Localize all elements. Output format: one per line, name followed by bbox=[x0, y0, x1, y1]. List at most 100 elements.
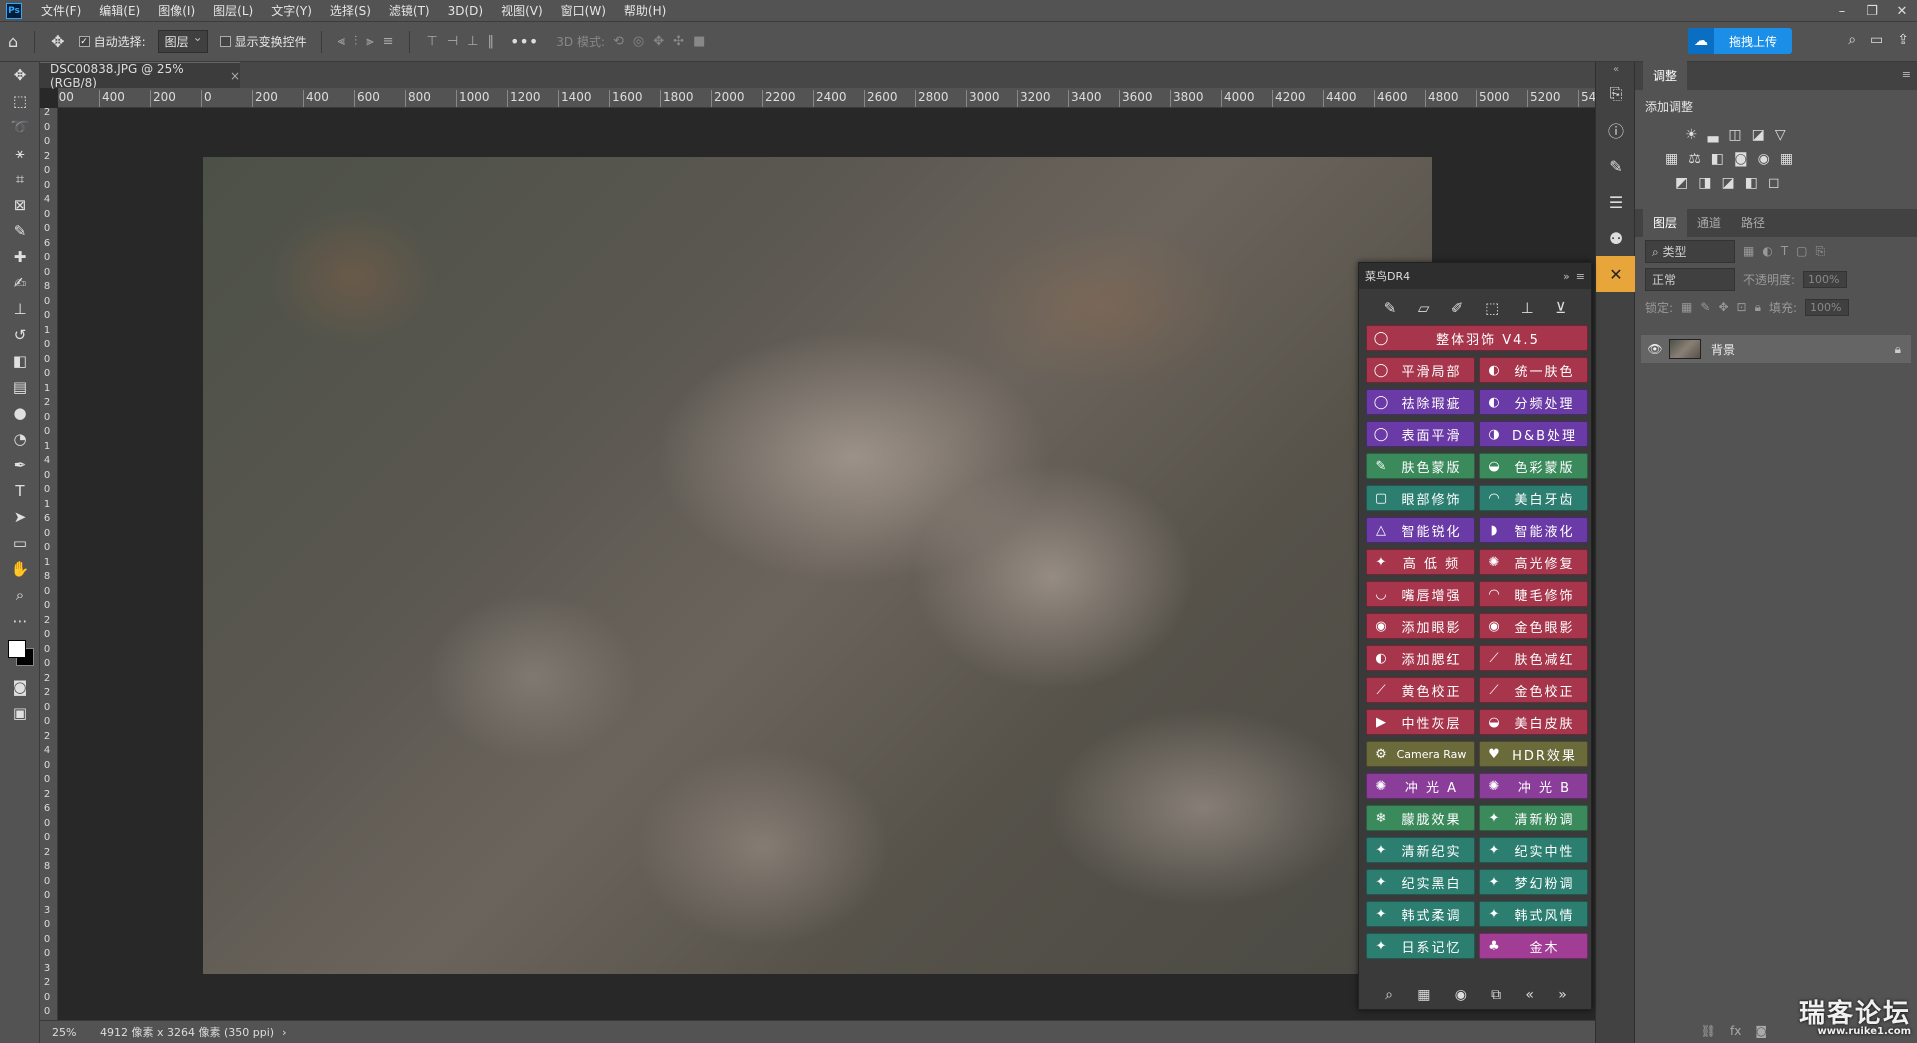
plugin-action-button[interactable]: ◒ 色彩蒙版 bbox=[1479, 453, 1588, 479]
zoom-level[interactable]: 25% bbox=[40, 1026, 90, 1039]
plugin-action-button[interactable]: ◡ 嘴唇增强 bbox=[1366, 581, 1475, 607]
fx-icon[interactable]: fx bbox=[1730, 1024, 1741, 1038]
plugin-action-button[interactable]: ♥ HDR效果 bbox=[1479, 741, 1588, 767]
blend-mode-select[interactable]: 正常 bbox=[1645, 267, 1735, 291]
plugin-action-button[interactable]: ◯ 祛除瑕疵 bbox=[1366, 389, 1475, 415]
lock-all-icon[interactable]: 🔒︎ bbox=[1755, 300, 1761, 315]
plugin-action-button[interactable]: ❄ 朦胧效果 bbox=[1366, 805, 1475, 831]
dodge-icon[interactable]: ◔ bbox=[0, 426, 40, 452]
mask-icon[interactable]: ◙ bbox=[1755, 1024, 1767, 1038]
eyedropper-icon[interactable]: ✎ bbox=[0, 218, 40, 244]
3d-mode-buttons[interactable]: ⟲ ◎ ✥ ✣ ■ bbox=[613, 34, 705, 49]
adjustment-icons-row-3[interactable]: ◩ ◨ ◪ ◧ ◻ bbox=[1635, 171, 1917, 195]
tab-layers-1[interactable]: 通道 bbox=[1687, 208, 1731, 237]
next-page-icon[interactable]: » bbox=[1558, 987, 1567, 1003]
more-tools-icon[interactable]: ⋯ bbox=[0, 608, 40, 634]
lasso-icon[interactable]: ➰ bbox=[0, 114, 40, 140]
healing-icon[interactable]: ✚ bbox=[0, 244, 40, 270]
plugin-action-button[interactable]: ✦ 日系记忆 bbox=[1366, 933, 1475, 959]
plugin-action-button[interactable]: ✎ 肤色蒙版 bbox=[1366, 453, 1475, 479]
plugin-action-button[interactable]: ⟋ 黄色校正 bbox=[1366, 677, 1475, 703]
plugin-action-button[interactable]: ◒ 美白皮肤 bbox=[1479, 709, 1588, 735]
plugin-action-button[interactable]: ✦ 韩式柔调 bbox=[1366, 901, 1475, 927]
more-options-icon[interactable]: ••• bbox=[510, 32, 538, 51]
plugin-action-button[interactable]: ✦ 清新纪实 bbox=[1366, 837, 1475, 863]
filter-adjust-icon[interactable]: ◐ bbox=[1762, 244, 1772, 258]
filter-smart-icon[interactable]: ⎘ bbox=[1816, 244, 1826, 259]
plugin-action-button[interactable]: △ 智能锐化 bbox=[1366, 517, 1475, 543]
plugin-action-button[interactable]: ⚙ Camera Raw bbox=[1366, 741, 1475, 767]
visibility-eye-icon[interactable]: 👁︎ bbox=[1641, 342, 1669, 356]
fill-input[interactable]: 100% bbox=[1805, 298, 1850, 316]
brush-icon[interactable]: ✍ bbox=[0, 270, 40, 296]
plugin-action-button[interactable]: ▶ 中性灰层 bbox=[1366, 709, 1475, 735]
zoom-icon[interactable]: ⌕ bbox=[0, 582, 40, 608]
minimize-icon[interactable]: – bbox=[1827, 0, 1857, 22]
menu-item[interactable]: 图像(I) bbox=[149, 0, 204, 22]
lock-paint-icon[interactable]: ✎ bbox=[1700, 300, 1710, 314]
marquee-icon[interactable]: ⬚ bbox=[0, 88, 40, 114]
tab-layers-2[interactable]: 路径 bbox=[1731, 208, 1775, 237]
upload-button[interactable]: ☁ 拖拽上传 bbox=[1688, 28, 1792, 54]
plugin-action-button[interactable]: ✺ 冲 光 B bbox=[1479, 773, 1588, 799]
plugin-action-button[interactable]: ◠ 睫毛修饰 bbox=[1479, 581, 1588, 607]
document-image[interactable] bbox=[203, 157, 1432, 974]
plugin-action-button[interactable]: ✦ 梦幻粉调 bbox=[1479, 869, 1588, 895]
filter-shape-icon[interactable]: ▢ bbox=[1796, 244, 1807, 258]
collapse-icon[interactable]: « bbox=[1596, 62, 1636, 76]
brush-panel-icon[interactable]: ✎ bbox=[1596, 148, 1636, 184]
filter-type-icon[interactable]: T bbox=[1781, 244, 1788, 258]
menu-item[interactable]: 滤镜(T) bbox=[380, 0, 439, 22]
panel-menu-icon[interactable]: ≡ bbox=[1902, 68, 1911, 81]
plugin-action-button[interactable]: ✦ 清新粉调 bbox=[1479, 805, 1588, 831]
plugin-action-button[interactable]: ✦ 韩式风情 bbox=[1479, 901, 1588, 927]
prev-page-icon[interactable]: « bbox=[1525, 987, 1534, 1003]
gradient-icon[interactable]: ▤ bbox=[0, 374, 40, 400]
lock-move-icon[interactable]: ✥ bbox=[1718, 300, 1728, 314]
magic-wand-icon[interactable]: ⚹ bbox=[0, 140, 40, 166]
screen-mode-icon[interactable]: ▣ bbox=[0, 700, 40, 726]
home-icon[interactable]: ⌂ bbox=[8, 32, 18, 51]
menu-item[interactable]: 图层(L) bbox=[204, 0, 262, 22]
bandaid-icon[interactable]: ✐ bbox=[1451, 299, 1464, 317]
tab-layers-0[interactable]: 图层 bbox=[1643, 208, 1688, 237]
properties-panel-icon[interactable]: ☰ bbox=[1596, 184, 1636, 220]
status-arrow-icon[interactable]: › bbox=[282, 1026, 286, 1039]
stamp-tool-icon[interactable]: ⊥ bbox=[1521, 299, 1534, 317]
plugin-action-button[interactable]: ◐ 分频处理 bbox=[1479, 389, 1588, 415]
layers-plugin-icon[interactable]: ⧉ bbox=[1491, 987, 1501, 1003]
adjustment-icons-row-1[interactable]: ☀ ▃ ◫ ◪ ▽ bbox=[1635, 123, 1917, 147]
menu-item[interactable]: 窗口(W) bbox=[552, 0, 615, 22]
grid-plugin-icon[interactable]: ▦ bbox=[1417, 987, 1430, 1003]
auto-select-checkbox[interactable]: ✓ 自动选择: bbox=[78, 33, 146, 50]
plugin-action-button[interactable]: ◉ 金色眼影 bbox=[1479, 613, 1588, 639]
pen-icon[interactable]: ✒ bbox=[0, 452, 40, 478]
tab-adjustments[interactable]: 调整 bbox=[1643, 61, 1688, 90]
stamp-icon[interactable]: ⊥ bbox=[0, 296, 40, 322]
patch-tool-icon[interactable]: ▱ bbox=[1418, 299, 1430, 317]
menu-item[interactable]: 文字(Y) bbox=[262, 0, 321, 22]
heal-tool-icon[interactable]: ✎ bbox=[1384, 299, 1397, 317]
filter-pixel-icon[interactable]: ▦ bbox=[1743, 244, 1754, 258]
layer-filter-input[interactable]: ⌕ 类型 bbox=[1645, 239, 1735, 263]
plugin-action-button[interactable]: ♣ 金木 bbox=[1479, 933, 1588, 959]
plugin-action-button[interactable]: ◯ 整体羽饰 V4.5 bbox=[1366, 325, 1588, 351]
move-tool-icon[interactable]: ✥ bbox=[51, 32, 64, 51]
align-buttons[interactable]: ⫷ ⫶ ⫸ ≡ bbox=[338, 34, 394, 49]
plugin-action-button[interactable]: ◐ 统一肤色 bbox=[1479, 357, 1588, 383]
plugin-action-button[interactable]: ◐ 添加腮红 bbox=[1366, 645, 1475, 671]
plugin-action-button[interactable]: ✦ 纪实黑白 bbox=[1366, 869, 1475, 895]
zoom-plugin-icon[interactable]: ⌕ bbox=[1385, 987, 1393, 1003]
plugin-action-button[interactable]: ✦ 纪实中性 bbox=[1479, 837, 1588, 863]
menu-item[interactable]: 帮助(H) bbox=[615, 0, 675, 22]
adjustment-icons-row-2[interactable]: ▦ ⚖ ◧ ◙ ◉ ▦ bbox=[1635, 147, 1917, 171]
auto-select-dropdown[interactable]: 图层 bbox=[157, 30, 208, 53]
menu-item[interactable]: 编辑(E) bbox=[90, 0, 149, 22]
menu-item[interactable]: 3D(D) bbox=[439, 0, 492, 22]
type-icon[interactable]: T bbox=[0, 478, 40, 504]
move-icon[interactable]: ✥ bbox=[0, 62, 40, 88]
plugin-action-button[interactable]: ▢ 眼部修饰 bbox=[1366, 485, 1475, 511]
opacity-input[interactable]: 100% bbox=[1803, 270, 1848, 288]
plugin-action-button[interactable]: ◑ D&B处理 bbox=[1479, 421, 1588, 447]
plugin-menu-icon[interactable]: ≡ bbox=[1576, 270, 1585, 283]
